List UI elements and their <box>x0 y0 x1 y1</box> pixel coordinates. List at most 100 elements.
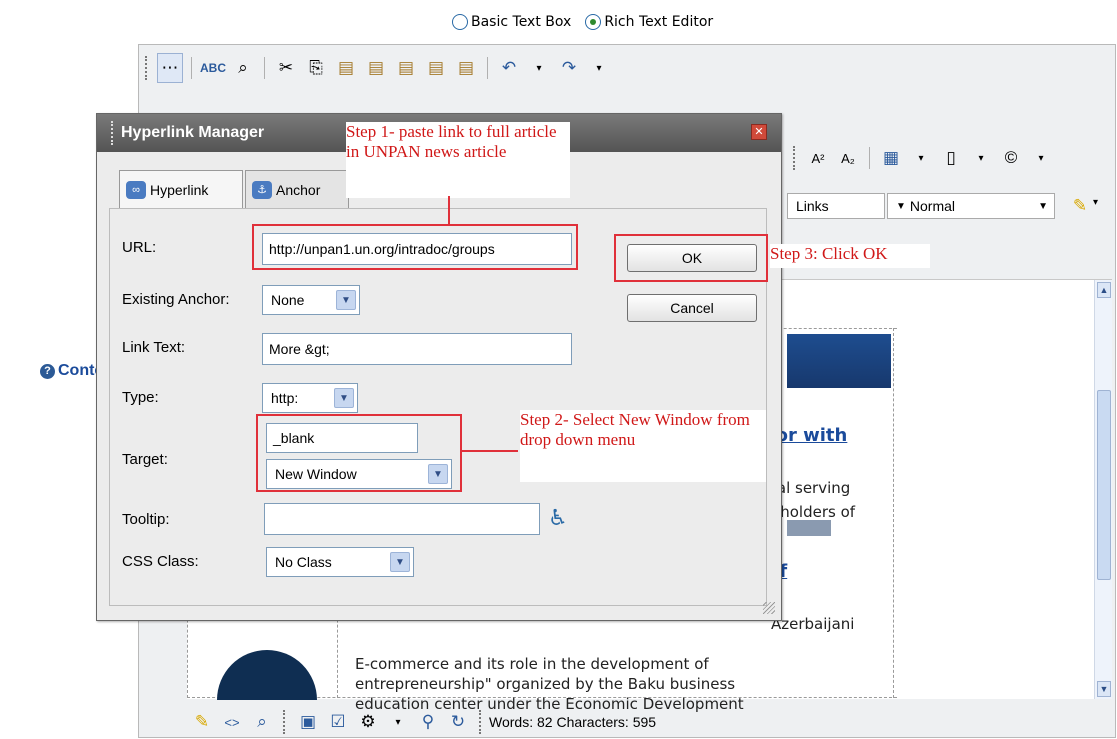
toolbar-separator <box>264 57 265 79</box>
content-scrollbar[interactable]: ▲ ▼ <box>1094 280 1112 699</box>
tag-inspector-icon[interactable]: ⚙ <box>355 709 381 735</box>
xhtml-validator-icon[interactable]: ⚲ <box>415 709 441 735</box>
format-stripper-dropdown-icon[interactable]: ▾ <box>1093 197 1098 208</box>
template-dropdown-icon[interactable]: ▾ <box>968 145 994 171</box>
article-body-line: entrepreneurship" organized by the Baku … <box>355 675 736 693</box>
banner-image <box>787 334 891 388</box>
chevron-down-icon[interactable]: ▼ <box>334 388 354 408</box>
toolbar-row-3: A² A₂ ▦ ▾ ▯ ▾ © ▾ <box>787 139 1107 177</box>
symbol-icon[interactable]: © <box>998 145 1024 171</box>
template-icon[interactable]: ▯ <box>938 145 964 171</box>
close-icon[interactable]: ✕ <box>751 124 767 140</box>
symbol-dropdown-icon[interactable]: ▾ <box>1028 145 1054 171</box>
hyperlink-icon: ∞ <box>126 180 146 199</box>
preview-mode-icon[interactable]: ⌕ <box>249 709 275 735</box>
link-text-field[interactable]: More &gt; <box>262 333 572 365</box>
paste-clean-icon[interactable]: ▤ <box>393 55 419 81</box>
step2-highlight <box>256 414 462 492</box>
redo-dropdown-icon[interactable]: ▾ <box>586 55 612 81</box>
article-body-line: E-commerce and its role in the developme… <box>355 655 709 673</box>
radio-unselected-icon[interactable] <box>452 14 468 30</box>
undo-dropdown-icon[interactable]: ▾ <box>526 55 552 81</box>
paste-icon[interactable]: ▤ <box>333 55 359 81</box>
tab-hyperlink[interactable]: ∞ Hyperlink <box>119 170 243 208</box>
cancel-button[interactable]: Cancel <box>627 294 757 322</box>
rich-text-editor-option[interactable]: Rich Text Editor <box>585 14 713 30</box>
toolbar-grip[interactable] <box>793 146 797 170</box>
paste-text-icon[interactable]: ▤ <box>453 55 479 81</box>
url-label: URL: <box>122 239 157 256</box>
existing-anchor-select[interactable]: None ▼ <box>262 285 360 315</box>
title-grip <box>111 121 115 145</box>
paste-word-icon[interactable]: ▤ <box>363 55 389 81</box>
design-mode-icon[interactable]: ✎ <box>189 709 215 735</box>
scroll-thumb[interactable] <box>1097 390 1111 580</box>
type-select[interactable]: http: ▼ <box>262 383 358 413</box>
existing-anchor-label: Existing Anchor: <box>122 291 230 308</box>
css-class-select[interactable]: No Class ▼ <box>266 547 414 577</box>
tab-anchor-label: Anchor <box>276 181 321 198</box>
basic-text-box-option[interactable]: Basic Text Box <box>452 14 571 30</box>
word-count: Words: 82 Characters: 595 <box>489 714 657 730</box>
format-row: Links ▼ Normal ▼ ✎ ▾ <box>787 193 1109 221</box>
toolbar-toggle-icon[interactable]: ⋯ <box>157 53 183 83</box>
resize-handle-icon[interactable] <box>763 602 775 614</box>
step1-highlight <box>252 224 578 270</box>
step2-note: Step 2- Select New Window from drop down… <box>520 410 766 482</box>
redo-icon[interactable]: ↷ <box>556 55 582 81</box>
editor-bottom-bar: ✎ <> ⌕ ▣ ☑ ⚙ ▾ ⚲ ↻ Words: 82 Characters:… <box>187 705 656 739</box>
spellcheck-icon[interactable]: ABC <box>200 55 226 81</box>
undo-icon[interactable]: ↶ <box>496 55 522 81</box>
radio-selected-icon[interactable] <box>585 14 602 30</box>
chevron-down-icon[interactable]: ▼ <box>390 552 410 572</box>
step3-highlight <box>614 234 768 282</box>
basic-text-box-label: Basic Text Box <box>471 14 572 30</box>
toolbar-separator <box>487 57 488 79</box>
paste-html-icon[interactable]: ▤ <box>423 55 449 81</box>
tab-anchor[interactable]: ⚓ Anchor <box>245 170 349 208</box>
style-dropdown[interactable]: Links <box>787 193 885 219</box>
table-icon[interactable]: ▦ <box>878 145 904 171</box>
css-class-label: CSS Class: <box>122 553 199 570</box>
editor-mode-selector: Basic Text Box Rich Text Editor <box>452 10 721 34</box>
accessibility-icon[interactable]: ♿ <box>548 505 568 531</box>
table-dropdown-icon[interactable]: ▾ <box>908 145 934 171</box>
scroll-up-icon[interactable]: ▲ <box>1097 282 1111 298</box>
dialog-title: Hyperlink Manager <box>121 124 265 141</box>
help-icon[interactable]: ? <box>40 363 55 379</box>
format-stripper-icon[interactable]: ✎ <box>1067 193 1093 219</box>
tooltip-field[interactable] <box>264 503 540 535</box>
module-dropdown-icon[interactable]: ▾ <box>385 709 411 735</box>
type-label: Type: <box>122 389 159 406</box>
step1-note: Step 1- paste link to full article in UN… <box>346 122 570 198</box>
dropdown-arrow-icon: ▼ <box>1038 200 1048 212</box>
more-button-image[interactable] <box>787 520 831 536</box>
refresh-icon[interactable]: ↻ <box>445 709 471 735</box>
rich-text-editor-label: Rich Text Editor <box>604 14 714 30</box>
step3-note: Step 3: Click OK <box>770 244 930 268</box>
cut-icon[interactable]: ✂ <box>273 55 299 81</box>
subscript-icon[interactable]: A₂ <box>835 145 861 171</box>
toolbar-separator <box>869 147 870 169</box>
copy-icon[interactable]: ⎘ <box>303 55 329 81</box>
paragraph-dropdown-value: Normal <box>909 198 956 214</box>
toolbar-separator <box>191 57 192 79</box>
statistics-icon[interactable]: ☑ <box>325 709 351 735</box>
toolbar-row-1: ⋯ ABC ⌕ ✂ ⎘ ▤ ▤ ▤ ▤ ▤ ↶ ▾ ↷ ▾ <box>139 49 759 87</box>
style-dropdown-value: Links <box>796 198 829 214</box>
step1-connector <box>448 196 450 224</box>
tab-hyperlink-label: Hyperlink <box>150 181 209 198</box>
html-mode-icon[interactable]: <> <box>219 709 245 735</box>
table-column-divider <box>893 328 894 698</box>
toolbar-grip <box>283 710 287 734</box>
paragraph-dropdown[interactable]: ▼ Normal ▼ <box>887 193 1055 219</box>
target-label: Target: <box>122 451 168 468</box>
dropdown-arrow-icon: ▼ <box>896 200 906 212</box>
anchor-icon: ⚓ <box>252 180 272 199</box>
module-icon[interactable]: ▣ <box>295 709 321 735</box>
find-icon[interactable]: ⌕ <box>230 55 256 81</box>
superscript-icon[interactable]: A² <box>805 145 831 171</box>
chevron-down-icon[interactable]: ▼ <box>336 290 356 310</box>
scroll-down-icon[interactable]: ▼ <box>1097 681 1111 697</box>
toolbar-grip[interactable] <box>145 56 149 80</box>
